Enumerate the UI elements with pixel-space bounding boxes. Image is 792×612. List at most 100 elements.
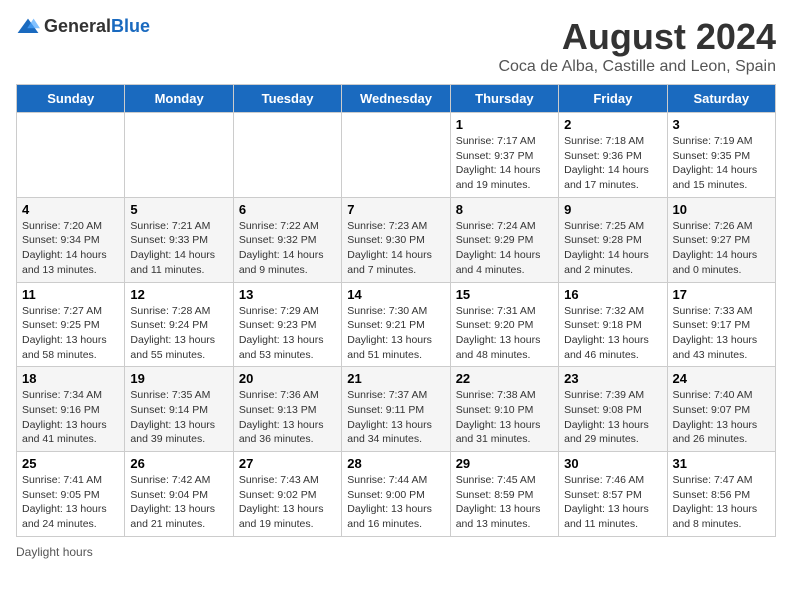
day-number: 11 (22, 287, 119, 302)
day-number: 27 (239, 456, 336, 471)
day-number: 13 (239, 287, 336, 302)
calendar-cell (125, 113, 233, 198)
col-header-sunday: Sunday (17, 85, 125, 113)
day-number: 15 (456, 287, 553, 302)
month-title: August 2024 (498, 16, 776, 58)
day-number: 29 (456, 456, 553, 471)
calendar-cell: 10Sunrise: 7:26 AM Sunset: 9:27 PM Dayli… (667, 197, 775, 282)
calendar-cell: 25Sunrise: 7:41 AM Sunset: 9:05 PM Dayli… (17, 452, 125, 537)
day-info: Sunrise: 7:40 AM Sunset: 9:07 PM Dayligh… (673, 388, 770, 447)
calendar-cell: 15 Sunrise: 7:31 AM Sunset: 9:20 PM Dayli… (450, 282, 558, 367)
day-info: Sunrise: 7:42 AM Sunset: 9:04 PM Dayligh… (130, 473, 227, 532)
day-number: 19 (130, 371, 227, 386)
calendar-cell: 14 Sunrise: 7:30 AM Sunset: 9:21 PM Dayli… (342, 282, 450, 367)
day-info: Sunrise: 7:39 AM Sunset: 9:08 PM Dayligh… (564, 388, 661, 447)
calendar-cell: 20Sunrise: 7:36 AM Sunset: 9:13 PM Dayli… (233, 367, 341, 452)
logo: GeneralBlue (16, 16, 150, 37)
calendar-cell: 18Sunrise: 7:34 AM Sunset: 9:16 PM Dayli… (17, 367, 125, 452)
calendar-cell: 16 Sunrise: 7:32 AM Sunset: 9:18 PM Dayli… (559, 282, 667, 367)
calendar-cell: 7 Sunrise: 7:23 AM Sunset: 9:30 PM Daylig… (342, 197, 450, 282)
day-number: 22 (456, 371, 553, 386)
day-info: Sunrise: 7:21 AM Sunset: 9:33 PM Dayligh… (130, 219, 227, 278)
day-info: Sunrise: 7:23 AM Sunset: 9:30 PM Dayligh… (347, 219, 444, 278)
calendar-cell: 13 Sunrise: 7:29 AM Sunset: 9:23 PM Dayli… (233, 282, 341, 367)
day-number: 7 (347, 202, 444, 217)
col-header-friday: Friday (559, 85, 667, 113)
col-header-thursday: Thursday (450, 85, 558, 113)
day-number: 6 (239, 202, 336, 217)
day-info: Sunrise: 7:18 AM Sunset: 9:36 PM Dayligh… (564, 134, 661, 193)
calendar-cell: 2 Sunrise: 7:18 AM Sunset: 9:36 PM Daylig… (559, 113, 667, 198)
calendar-cell: 17 Sunrise: 7:33 AM Sunset: 9:17 PM Dayli… (667, 282, 775, 367)
day-info: Sunrise: 7:46 AM Sunset: 8:57 PM Dayligh… (564, 473, 661, 532)
calendar-cell: 8 Sunrise: 7:24 AM Sunset: 9:29 PM Daylig… (450, 197, 558, 282)
calendar-cell: 29 Sunrise: 7:45 AM Sunset: 8:59 PM Dayli… (450, 452, 558, 537)
day-info: Sunrise: 7:29 AM Sunset: 9:23 PM Dayligh… (239, 304, 336, 363)
day-info: Sunrise: 7:28 AM Sunset: 9:24 PM Dayligh… (130, 304, 227, 363)
day-info: Sunrise: 7:17 AM Sunset: 9:37 PM Dayligh… (456, 134, 553, 193)
day-info: Sunrise: 7:24 AM Sunset: 9:29 PM Dayligh… (456, 219, 553, 278)
day-number: 5 (130, 202, 227, 217)
subtitle: Coca de Alba, Castille and Leon, Spain (498, 58, 776, 76)
week-row-2: 4Sunrise: 7:20 AM Sunset: 9:34 PM Daylig… (17, 197, 776, 282)
day-number: 17 (673, 287, 770, 302)
day-number: 23 (564, 371, 661, 386)
calendar-cell: 26 Sunrise: 7:42 AM Sunset: 9:04 PM Dayli… (125, 452, 233, 537)
week-row-4: 18Sunrise: 7:34 AM Sunset: 9:16 PM Dayli… (17, 367, 776, 452)
calendar-cell: 6 Sunrise: 7:22 AM Sunset: 9:32 PM Daylig… (233, 197, 341, 282)
day-number: 26 (130, 456, 227, 471)
day-number: 21 (347, 371, 444, 386)
day-number: 8 (456, 202, 553, 217)
calendar-cell: 9 Sunrise: 7:25 AM Sunset: 9:28 PM Daylig… (559, 197, 667, 282)
day-number: 1 (456, 117, 553, 132)
day-info: Sunrise: 7:20 AM Sunset: 9:34 PM Dayligh… (22, 219, 119, 278)
day-info: Sunrise: 7:38 AM Sunset: 9:10 PM Dayligh… (456, 388, 553, 447)
day-info: Sunrise: 7:32 AM Sunset: 9:18 PM Dayligh… (564, 304, 661, 363)
day-number: 20 (239, 371, 336, 386)
day-info: Sunrise: 7:33 AM Sunset: 9:17 PM Dayligh… (673, 304, 770, 363)
calendar: SundayMondayTuesdayWednesdayThursdayFrid… (16, 84, 776, 537)
day-info: Sunrise: 7:37 AM Sunset: 9:11 PM Dayligh… (347, 388, 444, 447)
calendar-cell: 27 Sunrise: 7:43 AM Sunset: 9:02 PM Dayli… (233, 452, 341, 537)
day-info: Sunrise: 7:43 AM Sunset: 9:02 PM Dayligh… (239, 473, 336, 532)
calendar-cell: 11 Sunrise: 7:27 AM Sunset: 9:25 PM Dayli… (17, 282, 125, 367)
day-number: 31 (673, 456, 770, 471)
week-row-3: 11 Sunrise: 7:27 AM Sunset: 9:25 PM Dayli… (17, 282, 776, 367)
col-header-tuesday: Tuesday (233, 85, 341, 113)
week-row-5: 25Sunrise: 7:41 AM Sunset: 9:05 PM Dayli… (17, 452, 776, 537)
calendar-cell: 28 Sunrise: 7:44 AM Sunset: 9:00 PM Dayli… (342, 452, 450, 537)
day-number: 28 (347, 456, 444, 471)
calendar-cell (17, 113, 125, 198)
footer: Daylight hours (16, 545, 776, 559)
calendar-cell: 4Sunrise: 7:20 AM Sunset: 9:34 PM Daylig… (17, 197, 125, 282)
day-info: Sunrise: 7:31 AM Sunset: 9:20 PM Dayligh… (456, 304, 553, 363)
day-info: Sunrise: 7:22 AM Sunset: 9:32 PM Dayligh… (239, 219, 336, 278)
week-row-1: 1 Sunrise: 7:17 AM Sunset: 9:37 PM Daylig… (17, 113, 776, 198)
day-number: 10 (673, 202, 770, 217)
calendar-cell: 3 Sunrise: 7:19 AM Sunset: 9:35 PM Daylig… (667, 113, 775, 198)
calendar-header-row: SundayMondayTuesdayWednesdayThursdayFrid… (17, 85, 776, 113)
day-number: 16 (564, 287, 661, 302)
day-number: 14 (347, 287, 444, 302)
calendar-cell: 30 Sunrise: 7:46 AM Sunset: 8:57 PM Dayli… (559, 452, 667, 537)
day-info: Sunrise: 7:19 AM Sunset: 9:35 PM Dayligh… (673, 134, 770, 193)
calendar-cell: 22 Sunrise: 7:38 AM Sunset: 9:10 PM Dayli… (450, 367, 558, 452)
day-info: Sunrise: 7:35 AM Sunset: 9:14 PM Dayligh… (130, 388, 227, 447)
day-number: 3 (673, 117, 770, 132)
calendar-cell: 12Sunrise: 7:28 AM Sunset: 9:24 PM Dayli… (125, 282, 233, 367)
day-info: Sunrise: 7:44 AM Sunset: 9:00 PM Dayligh… (347, 473, 444, 532)
day-number: 2 (564, 117, 661, 132)
header: GeneralBlue August 2024 Coca de Alba, Ca… (16, 16, 776, 76)
day-info: Sunrise: 7:30 AM Sunset: 9:21 PM Dayligh… (347, 304, 444, 363)
col-header-monday: Monday (125, 85, 233, 113)
calendar-cell: 24 Sunrise: 7:40 AM Sunset: 9:07 PM Dayli… (667, 367, 775, 452)
calendar-cell: 21 Sunrise: 7:37 AM Sunset: 9:11 PM Dayli… (342, 367, 450, 452)
day-number: 9 (564, 202, 661, 217)
day-info: Sunrise: 7:45 AM Sunset: 8:59 PM Dayligh… (456, 473, 553, 532)
day-info: Sunrise: 7:27 AM Sunset: 9:25 PM Dayligh… (22, 304, 119, 363)
day-number: 24 (673, 371, 770, 386)
calendar-cell: 23 Sunrise: 7:39 AM Sunset: 9:08 PM Dayli… (559, 367, 667, 452)
day-info: Sunrise: 7:47 AM Sunset: 8:56 PM Dayligh… (673, 473, 770, 532)
day-info: Sunrise: 7:25 AM Sunset: 9:28 PM Dayligh… (564, 219, 661, 278)
day-number: 30 (564, 456, 661, 471)
